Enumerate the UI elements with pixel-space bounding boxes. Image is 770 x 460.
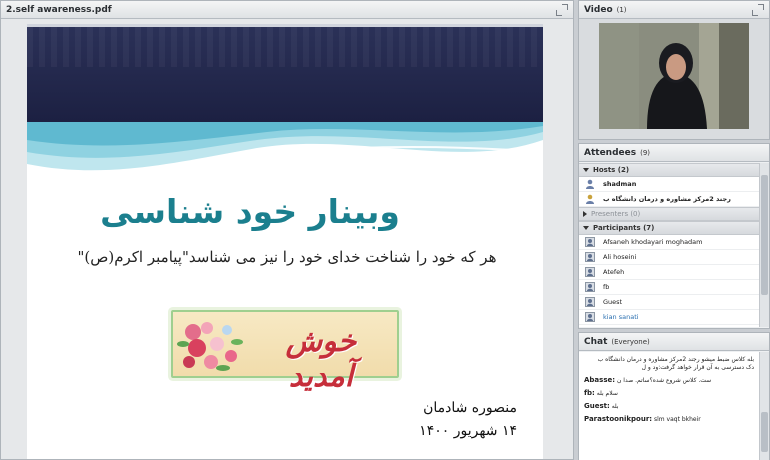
participant-user-icon (585, 282, 595, 292)
attendee-scrollbar-thumb[interactable] (761, 175, 768, 295)
chat-pod-header[interactable]: Chat (Everyone) (579, 333, 769, 351)
attendee-name: Atefeh (603, 268, 625, 276)
chat-pod: Chat (Everyone) بله کلاس ضبط میشو ﺭﺟﻨﺪ 2… (578, 332, 770, 460)
chat-message: بله کلاس ضبط میشو ﺭﺟﻨﺪ 2ﻣﺮﮐﺰ ﻣﺸﺎﻭﺭﻩ ﻭ ﺩﺭ… (584, 356, 754, 372)
welcome-banner: خوش آمدید (171, 310, 399, 394)
previous-slide-background (27, 24, 543, 134)
host-user-icon (586, 179, 594, 189)
chat-sender: Abasse: (584, 376, 616, 384)
expand-triangle-icon[interactable] (583, 168, 589, 172)
attendee-name: kian sanati (603, 313, 639, 321)
host-user-icon (586, 194, 594, 204)
attendee-row[interactable]: Ali hoseini (579, 250, 759, 265)
chat-message-text: دک دسترسی به آن قرار خواهد گرفت:ود و ل (641, 364, 754, 371)
group-presenters-label: Presenters (0) (591, 210, 641, 218)
chat-message-text: بله (611, 403, 619, 410)
chat-message-text: بله کلاس ضبط میشو ﺭﺟﻨﺪ 2ﻣﺮﮐﺰ ﻣﺸﺎﻭﺭﻩ ﻭ ﺩﺭ… (597, 356, 754, 363)
attendee-row[interactable]: Afsaneh khodayari moghadam (579, 235, 759, 250)
attendee-list: Hosts (2) shadman ﺭﺟﻨﺪ 2ﻣﺮﮐﺰ ﻣﺸﺎﻭﺭﻩ ﻭ ﺩﺭ… (579, 163, 759, 327)
share-pod: 2.self awareness.pdf وبینار خود شناسی هر… (0, 0, 574, 460)
attendee-name: shadman (603, 180, 637, 188)
chat-audience[interactable]: (Everyone) (611, 338, 649, 346)
chat-message-text: سلام بله (596, 390, 618, 397)
chat-message-text: ست. کلاس شروع شده؟ساتم. صدا ن (616, 377, 712, 384)
attendees-pod-title: Attendees (584, 147, 637, 158)
expand-triangle-icon[interactable] (583, 226, 589, 230)
chat-pod-title: Chat (584, 336, 608, 347)
attendee-name: Ali hoseini (603, 253, 637, 261)
video-pod-header[interactable]: Video (1) (579, 1, 769, 19)
maximize-icon[interactable] (556, 3, 568, 16)
participant-user-icon (585, 267, 595, 277)
participant-user-icon (585, 312, 595, 322)
attendee-row[interactable]: shadman (579, 177, 759, 192)
chat-message: fb: سلام بله (584, 389, 754, 398)
chat-sender: fb: (584, 389, 595, 397)
group-participants-label: Participants (7) (593, 224, 655, 232)
attendees-count: (9) (640, 148, 651, 157)
collapse-triangle-icon[interactable] (583, 211, 587, 217)
participant-user-icon (585, 297, 595, 307)
chat-scrollbar-thumb[interactable] (761, 412, 768, 452)
slide-title: وبینار خود شناسی (100, 192, 400, 231)
attendee-name: fb (603, 283, 610, 291)
video-pod-title: Video (584, 4, 613, 15)
attendee-row[interactable]: fb (579, 280, 759, 295)
attendee-row[interactable]: ﺭﺟﻨﺪ 2ﻣﺮﮐﺰ ﻣﺸﺎﻭﺭﻩ ﻭ ﺩﺭﻣﺎﻥ ﺩﺍﻧﺸﮕﺎﻩ ﺏ (579, 192, 759, 207)
attendee-row[interactable]: Atefeh (579, 265, 759, 280)
video-count: (1) (616, 5, 627, 14)
connect-meeting-room: 2.self awareness.pdf وبینار خود شناسی هر… (0, 0, 770, 460)
slide-page: وبینار خود شناسی هر که خود را شناخت خدای… (27, 122, 543, 459)
share-pod-title: 2.self awareness.pdf (6, 4, 112, 15)
attendee-scrollbar[interactable] (759, 163, 769, 327)
participant-user-icon (585, 252, 595, 262)
attendee-name: ﺭﺟﻨﺪ 2ﻣﺮﮐﺰ ﻣﺸﺎﻭﺭﻩ ﻭ ﺩﺭﻣﺎﻥ ﺩﺍﻧﺸﮕﺎﻩ ﺏ (603, 195, 731, 203)
webcam-image (599, 23, 749, 129)
attendee-name: Afsaneh khodayari moghadam (603, 238, 703, 246)
participant-user-icon (585, 237, 595, 247)
share-pod-header[interactable]: 2.self awareness.pdf (1, 1, 573, 19)
group-presenters[interactable]: Presenters (0) (579, 207, 759, 221)
chat-messages: بله کلاس ضبط میشو ﺭﺟﻨﺪ 2ﻣﺮﮐﺰ ﻣﺸﺎﻭﺭﻩ ﻭ ﺩﺭ… (579, 352, 759, 460)
group-hosts[interactable]: Hosts (2) (579, 163, 759, 177)
flowers-image (177, 322, 243, 371)
chat-message: Parastoonikpour: slm vaqt bkheir (584, 415, 754, 424)
video-area: shadman (579, 19, 769, 139)
chat-sender: Parastoonikpour: (584, 415, 653, 423)
attendee-row[interactable]: kian sanati (579, 310, 759, 325)
chat-message: Abasse: ست. کلاس شروع شده؟ساتم. صدا ن (584, 376, 754, 385)
video-pod: Video (1) shadman (578, 0, 770, 140)
slide-author: منصوره شادمان (423, 400, 517, 416)
webcam-feed[interactable]: shadman (599, 23, 749, 129)
attendee-name: Guest (603, 298, 623, 306)
chat-message-text: slm vaqt bkheir (654, 416, 701, 423)
attendee-row[interactable]: Guest (579, 295, 759, 310)
maximize-icon[interactable] (752, 3, 764, 16)
slide-date: ۱۴ شهریور ۱۴۰۰ (419, 423, 517, 439)
attendees-pod: Attendees (9) Hosts (2) shadman ﺭﺟﻨﺪ 2ﻣﺮ… (578, 143, 770, 329)
welcome-text: خوش آمدید (285, 324, 357, 394)
attendees-pod-header[interactable]: Attendees (9) (579, 144, 769, 162)
slide-subtitle: هر که خود را شناخت خدای خود را نیز می شن… (77, 248, 497, 266)
slide-wave-decoration (27, 122, 543, 173)
group-hosts-label: Hosts (2) (593, 166, 630, 174)
share-content: وبینار خود شناسی هر که خود را شناخت خدای… (1, 19, 573, 459)
chat-message: Guest: بله (584, 402, 754, 411)
chat-scrollbar[interactable] (759, 352, 769, 460)
group-participants[interactable]: Participants (7) (579, 221, 759, 235)
chat-sender: Guest: (584, 402, 610, 410)
